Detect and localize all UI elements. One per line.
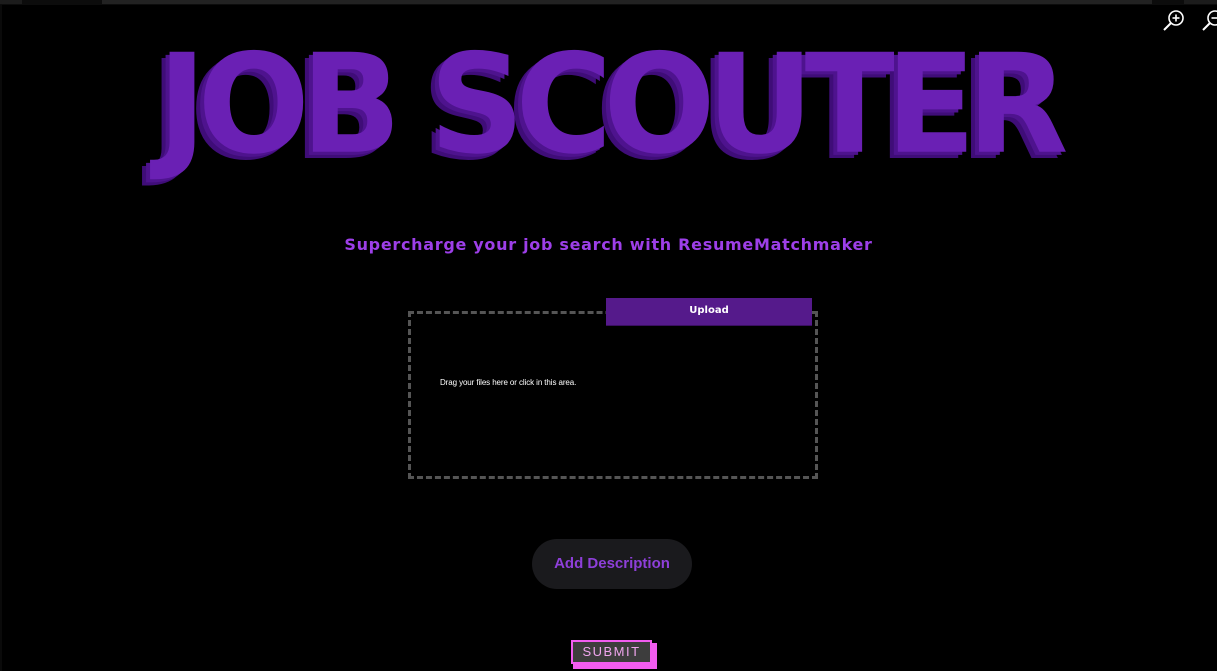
upload-button[interactable]: Upload [606, 298, 812, 326]
file-dropzone[interactable]: Drag your files here or click in this ar… [408, 311, 818, 479]
top-strip-segment [102, 0, 1152, 4]
top-strip-segment [0, 0, 22, 4]
top-strip-segment [1184, 0, 1217, 4]
top-strip [0, 0, 1217, 5]
add-description-button[interactable]: Add Description [532, 539, 692, 589]
page-subtitle: Supercharge your job search with ResumeM… [344, 235, 873, 254]
submit-button[interactable]: SUBMIT [571, 640, 652, 664]
page-title: JOB SCOUTER [157, 24, 1068, 186]
dropzone-instructions: Drag your files here or click in this ar… [440, 378, 577, 387]
